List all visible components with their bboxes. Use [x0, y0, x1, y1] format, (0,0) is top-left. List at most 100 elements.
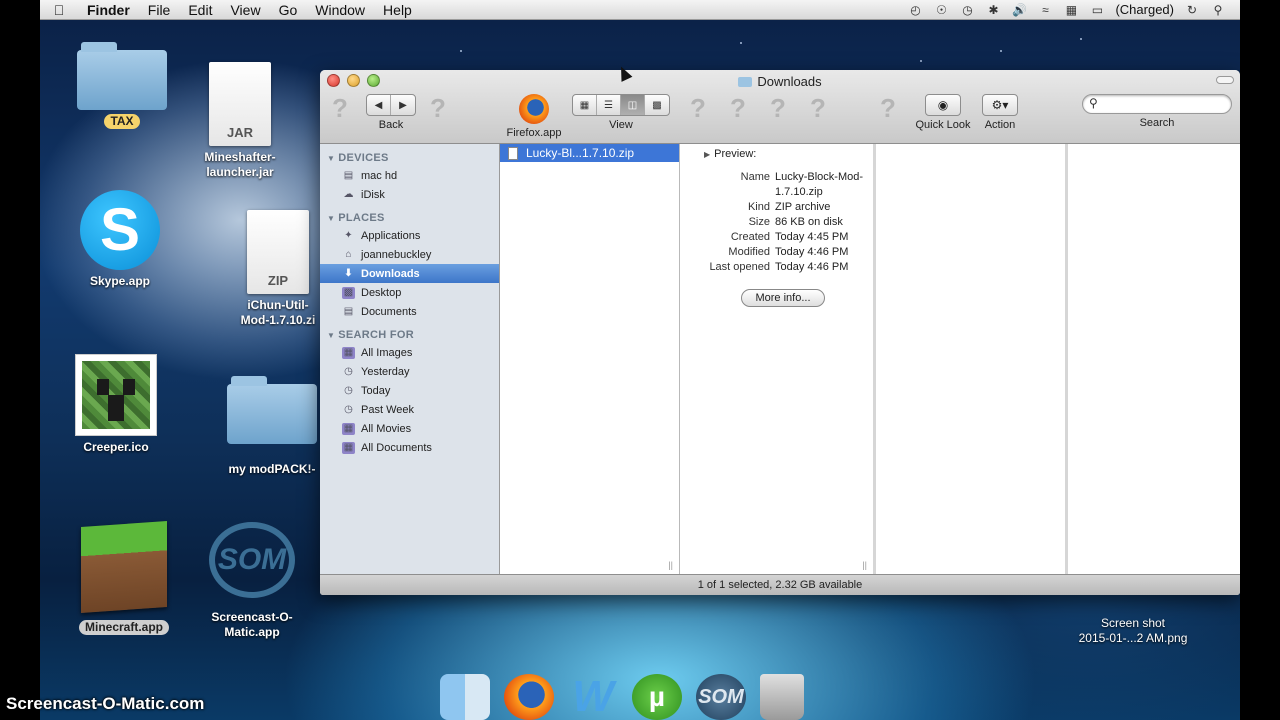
forward-arrow-icon[interactable]: ▶: [391, 95, 415, 115]
info-row-name: Name Lucky-Block-Mod-1.7.10.zip: [740, 171, 864, 198]
battery-icon[interactable]: ▭: [1089, 3, 1105, 17]
view-label: View: [609, 119, 633, 131]
desktop-icon-modpack[interactable]: my modPACK!-: [222, 376, 322, 477]
icon-view-icon[interactable]: ▦: [573, 95, 597, 115]
sidebar-item-yesterday[interactable]: ◷ Yesterday: [320, 362, 499, 381]
toolbar-quick-look[interactable]: ◉ Quick Look: [914, 94, 972, 131]
video-letterbox-right: [1240, 0, 1280, 720]
column-view-icon[interactable]: ◫: [621, 95, 645, 115]
menu-help[interactable]: Help: [374, 2, 421, 18]
info-row-size: Size 86 KB on disk: [748, 216, 843, 228]
dock-finder-icon[interactable]: [440, 674, 490, 720]
sidebar-item-downloads[interactable]: ⬇ Downloads: [320, 264, 499, 283]
dock-screencast-icon[interactable]: SOM: [696, 674, 746, 720]
sidebar-item-applications[interactable]: ✦ Applications: [320, 226, 499, 245]
menu-file[interactable]: File: [139, 2, 180, 18]
column-resize-handle[interactable]: ||: [668, 560, 673, 570]
preview-header[interactable]: ▶ Preview:: [680, 144, 873, 160]
jar-file-icon: JAR: [209, 62, 271, 146]
desktop-icon-minecraft[interactable]: Minecraft.app: [74, 520, 174, 635]
column-resize-handle[interactable]: ||: [862, 560, 867, 570]
toolbar-back-forward: ◀ ▶ Back: [366, 94, 416, 131]
menu-go[interactable]: Go: [270, 2, 307, 18]
wifi-icon[interactable]: ≈: [1037, 3, 1053, 17]
toolbar-placeholder-3[interactable]: ?: [690, 94, 706, 122]
video-letterbox-left: [0, 0, 40, 720]
toolbar-firefox-button[interactable]: Firefox.app: [504, 94, 564, 139]
question-mark-icon: ?: [690, 93, 706, 123]
spotlight-icon[interactable]: ⚲: [1210, 3, 1226, 17]
more-info-button[interactable]: More info...: [741, 289, 825, 307]
sidebar-item-all-documents[interactable]: ▦ All Documents: [320, 438, 499, 457]
dock-trash-icon[interactable]: [760, 674, 804, 720]
question-mark-icon: ?: [730, 93, 746, 123]
sidebar-item-idisk[interactable]: ☁ iDisk: [320, 185, 499, 204]
bluetooth-icon[interactable]: ✱: [985, 3, 1001, 17]
dock-utorrent-icon[interactable]: µ: [632, 674, 682, 720]
file-info-table: Name Lucky-Block-Mod-1.7.10.zip Kind ZIP a…: [680, 170, 873, 275]
desktop-icon-tax[interactable]: TAX: [74, 42, 170, 129]
sidebar-header-devices[interactable]: ▼ DEVICES: [320, 148, 499, 166]
sidebar-item-desktop[interactable]: ▩ Desktop: [320, 283, 499, 302]
disclosure-triangle-icon: ▶: [704, 150, 711, 159]
smart-folder-icon: ▦: [342, 346, 355, 359]
menu-edit[interactable]: Edit: [179, 2, 221, 18]
back-arrow-icon[interactable]: ◀: [367, 95, 391, 115]
battery-status-text[interactable]: (Charged): [1115, 2, 1174, 17]
desktop-icon-skype[interactable]: S Skype.app: [72, 190, 168, 289]
dock-firefox-icon[interactable]: [504, 674, 554, 720]
sidebar-item-documents[interactable]: ▤ Documents: [320, 302, 499, 321]
toolbar-placeholder-6[interactable]: ?: [810, 94, 826, 122]
desktop-icon-creeper[interactable]: Creeper.ico: [70, 354, 162, 455]
toolbar-placeholder-7[interactable]: ?: [880, 94, 896, 122]
accessibility-icon[interactable]: ☉: [933, 3, 949, 17]
list-view-icon[interactable]: ☰: [597, 95, 621, 115]
clock-icon[interactable]: ◷: [959, 3, 975, 17]
desktop-icon-ichun-zip[interactable]: ZIP iChun-Util- Mod-1.7.10.zi: [228, 210, 328, 328]
firefox-label: Firefox.app: [506, 127, 562, 139]
toolbar-toggle-button[interactable]: [1216, 76, 1234, 84]
sidebar-item-all-movies[interactable]: ▦ All Movies: [320, 419, 499, 438]
search-input[interactable]: ⚲: [1082, 94, 1232, 114]
desktop-icon-mineshafter[interactable]: JAR Mineshafter- launcher.jar: [190, 62, 290, 180]
action-label: Action: [984, 119, 1016, 131]
toolbar-placeholder-5[interactable]: ?: [770, 94, 786, 122]
clock-icon: ◷: [344, 366, 353, 377]
sidebar-item-past-week[interactable]: ◷ Past Week: [320, 400, 499, 419]
question-mark-icon: ?: [332, 93, 348, 123]
toolbar-placeholder-2[interactable]: ?: [430, 94, 446, 122]
menu-window[interactable]: Window: [306, 2, 374, 18]
toolbar-search: ⚲ Search: [1082, 94, 1232, 129]
list-item[interactable]: Lucky-Bl...1.7.10.zip: [500, 144, 679, 162]
sidebar-header-search-for[interactable]: ▼ SEARCH FOR: [320, 325, 499, 343]
toolbar-placeholder-4[interactable]: ?: [730, 94, 746, 122]
toolbar-placeholder-1[interactable]: ?: [332, 94, 348, 122]
keyboard-icon[interactable]: ▦: [1063, 3, 1079, 17]
apple-menu-icon[interactable]: : [40, 2, 78, 18]
info-row-last-opened: Last opened Today 4:46 PM: [709, 261, 849, 273]
dock-word-icon[interactable]: W: [568, 674, 618, 720]
menu-view[interactable]: View: [221, 2, 269, 18]
desktop-icon-label: Mineshafter- launcher.jar: [204, 150, 276, 179]
sidebar-header-places[interactable]: ▼ PLACES: [320, 208, 499, 226]
skype-icon: S: [80, 190, 160, 270]
sidebar-item-today[interactable]: ◷ Today: [320, 381, 499, 400]
file-column: Lucky-Bl...1.7.10.zip ||: [500, 144, 680, 574]
desktop-icon-screenshot[interactable]: Screen shot 2015-01-...2 AM.png: [1058, 612, 1208, 646]
question-mark-icon: ?: [880, 93, 896, 123]
desktop-icon-label: Minecraft.app: [78, 620, 169, 635]
volume-icon[interactable]: 🔊: [1011, 3, 1027, 17]
sidebar-item-mac-hd[interactable]: ▤ mac hd: [320, 166, 499, 185]
menu-finder[interactable]: Finder: [78, 2, 139, 18]
coverflow-view-icon[interactable]: ▩: [645, 95, 669, 115]
time-machine-icon[interactable]: ◴: [907, 3, 923, 17]
desktop-icon: ▩: [342, 286, 355, 299]
screencast-o-matic-icon: SOM: [209, 522, 295, 598]
toolbar-action[interactable]: ⚙▾ Action: [980, 94, 1020, 131]
window-title: Downloads: [320, 74, 1240, 89]
sidebar-item-all-images[interactable]: ▦ All Images: [320, 343, 499, 362]
desktop-icon-screencast[interactable]: SOM Screencast-O- Matic.app: [200, 522, 304, 640]
sidebar-item-home[interactable]: ⌂ joannebuckley: [320, 245, 499, 264]
sync-icon[interactable]: ↻: [1184, 3, 1200, 17]
zip-file-icon: ZIP: [247, 210, 309, 294]
